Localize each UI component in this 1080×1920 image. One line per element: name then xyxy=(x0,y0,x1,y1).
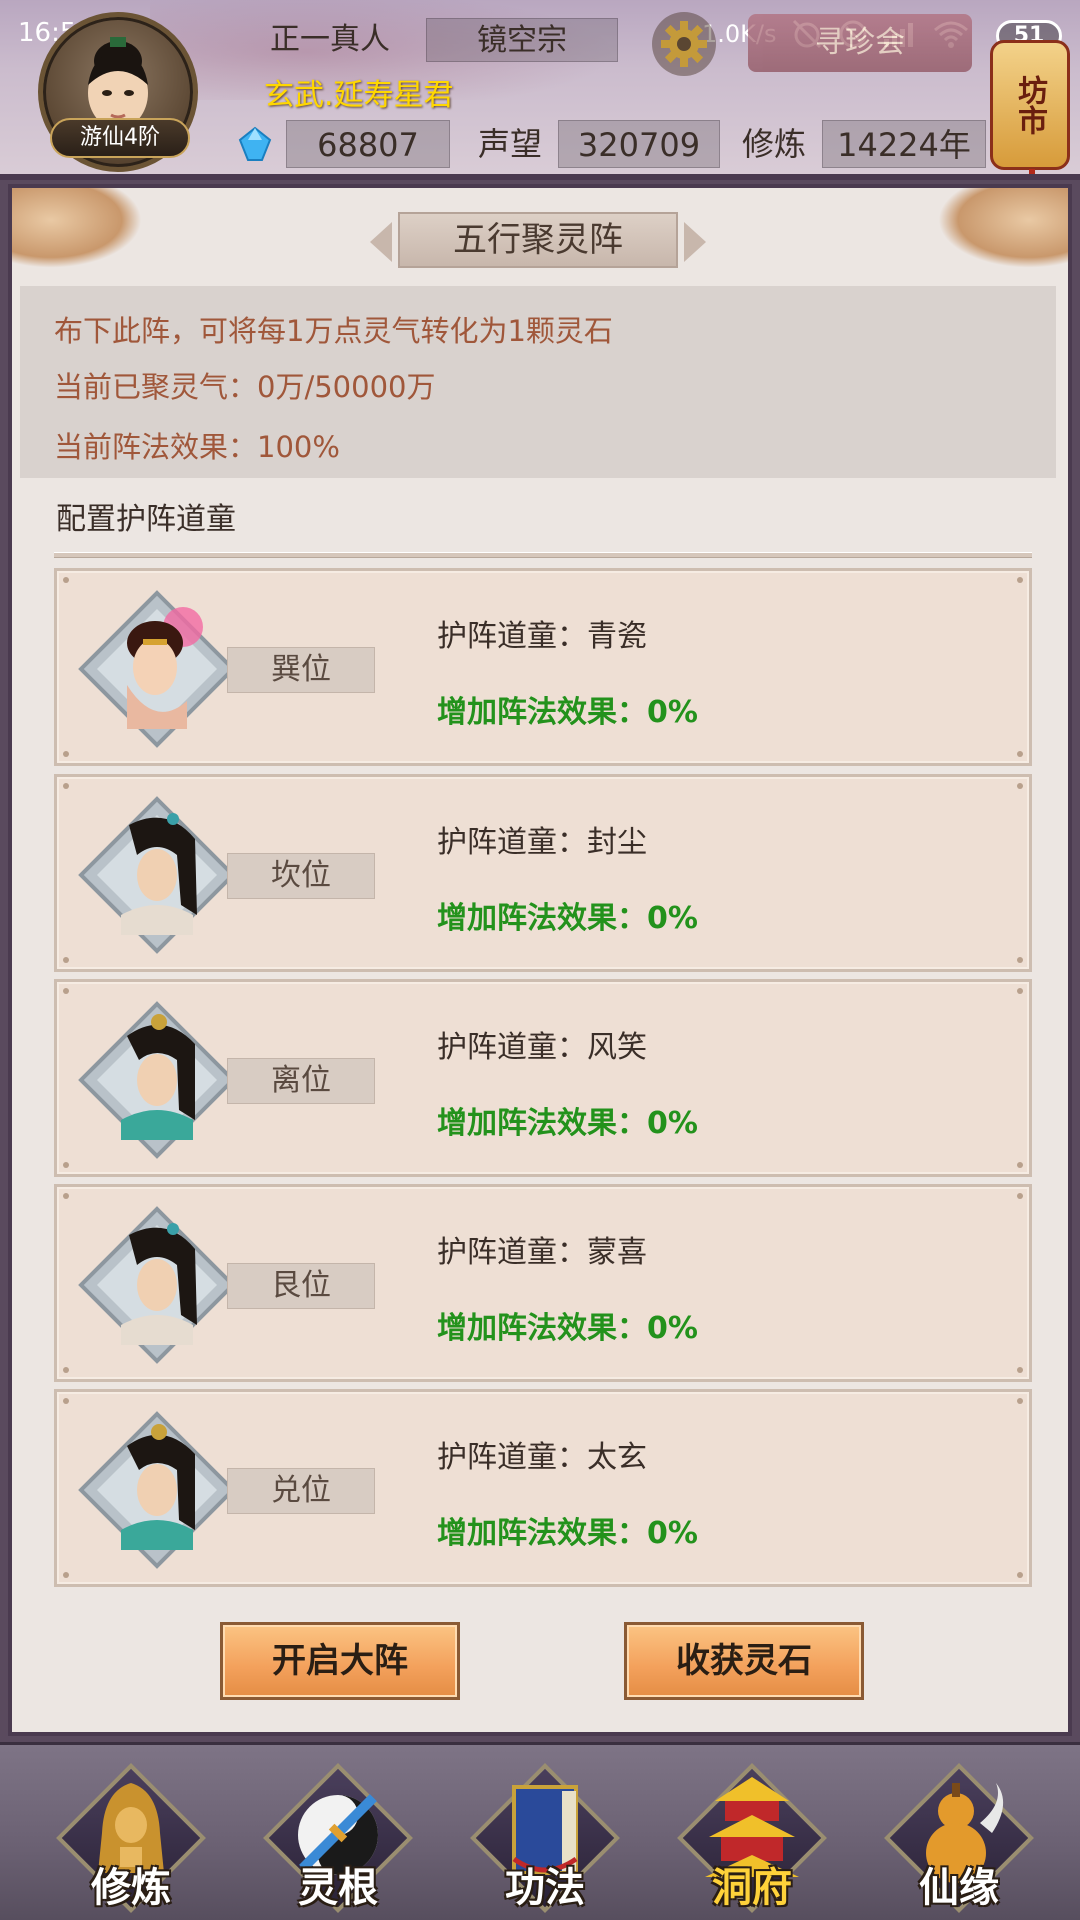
corner-dot xyxy=(63,1367,69,1373)
corner-dot xyxy=(1017,1572,1023,1578)
corner-dot xyxy=(1017,1398,1023,1404)
treasure-guild-button[interactable]: 寻珍会 xyxy=(748,14,972,72)
corner-dot xyxy=(63,1162,69,1168)
activate-formation-button[interactable]: 开启大阵 xyxy=(220,1622,460,1700)
nav-techniques[interactable]: 功法 xyxy=(470,1763,620,1913)
guard-name: 护阵道童：风笑 xyxy=(437,1030,647,1065)
guard-slot-li[interactable]: 离位 护阵道童：风笑 增加阵法效果：0% xyxy=(54,979,1032,1177)
slot-position-label: 巽位 xyxy=(227,647,375,693)
cultivation-value: 14224年 xyxy=(822,120,986,168)
corner-dot xyxy=(1017,1162,1023,1168)
guard-bonus: 增加阵法效果：0% xyxy=(437,1516,698,1551)
nav-label: 仙缘 xyxy=(919,1865,999,1911)
cloud-ornament-left xyxy=(12,188,142,268)
formation-panel: 五行聚灵阵 布下此阵，可将每1万点灵气转化为1颗灵石 当前已聚灵气：0万/500… xyxy=(8,184,1072,1736)
guard-name: 护阵道童：封尘 xyxy=(437,825,647,860)
slot-position-label: 艮位 xyxy=(227,1263,375,1309)
settings-button[interactable] xyxy=(652,12,716,76)
nav-label: 灵根 xyxy=(298,1865,378,1911)
guard-slot-xun[interactable]: 巽位 护阵道童：青瓷 增加阵法效果：0% xyxy=(54,568,1032,766)
guard-bonus: 增加阵法效果：0% xyxy=(437,1311,698,1346)
prestige-value: 320709 xyxy=(558,120,720,168)
guard-name: 护阵道童：蒙喜 xyxy=(437,1235,647,1270)
nav-cave-abode[interactable]: 洞府 xyxy=(677,1763,827,1913)
corner-dot xyxy=(63,988,69,994)
guard-slot-kan[interactable]: 坎位 护阵道童：封尘 增加阵法效果：0% xyxy=(54,774,1032,972)
guard-portrait-male-icon[interactable] xyxy=(77,1000,237,1160)
nav-spirit-root[interactable]: 灵根 xyxy=(263,1763,413,1913)
corner-dot xyxy=(1017,577,1023,583)
nav-cultivation[interactable]: 修炼 xyxy=(56,1763,206,1913)
slot-position-label: 兑位 xyxy=(227,1468,375,1514)
harvest-spirit-stones-button[interactable]: 收获灵石 xyxy=(624,1622,864,1700)
spirit-stone-count: 68807 xyxy=(286,120,450,168)
guard-portrait-male-icon[interactable] xyxy=(77,795,237,955)
guard-portrait-female-icon[interactable] xyxy=(77,589,237,749)
corner-dot xyxy=(63,957,69,963)
corner-dot xyxy=(1017,957,1023,963)
corner-dot xyxy=(63,577,69,583)
nav-label: 洞府 xyxy=(712,1865,792,1911)
gear-icon xyxy=(661,21,707,67)
player-title: 玄武.延寿星君 xyxy=(264,78,454,113)
corner-dot xyxy=(63,783,69,789)
prestige-label: 声望 xyxy=(478,125,543,163)
info-description: 布下此阵，可将每1万点灵气转化为1颗灵石 xyxy=(54,314,613,348)
info-gathered-qi: 当前已聚灵气：0万/50000万 xyxy=(54,370,436,404)
guard-bonus: 增加阵法效果：0% xyxy=(437,901,698,936)
guard-name: 护阵道童：太玄 xyxy=(437,1440,647,1475)
cloud-ornament-right xyxy=(938,188,1068,268)
nav-immortal-fate[interactable]: 仙缘 xyxy=(884,1763,1034,1913)
divider xyxy=(54,552,1032,558)
panel-title: 五行聚灵阵 xyxy=(370,212,706,268)
guard-slot-gen[interactable]: 艮位 护阵道童：蒙喜 增加阵法效果：0% xyxy=(54,1184,1032,1382)
guard-name: 护阵道童：青瓷 xyxy=(437,619,647,654)
guard-slot-dui[interactable]: 兑位 护阵道童：太玄 增加阵法效果：0% xyxy=(54,1389,1032,1587)
corner-dot xyxy=(1017,988,1023,994)
nav-label: 功法 xyxy=(505,1865,585,1911)
player-name: 正一真人 xyxy=(270,22,390,57)
slot-position-label: 坎位 xyxy=(227,853,375,899)
corner-dot xyxy=(1017,1193,1023,1199)
guard-portrait-male-icon[interactable] xyxy=(77,1205,237,1365)
guard-bonus: 增加阵法效果：0% xyxy=(437,1106,698,1141)
corner-dot xyxy=(1017,1367,1023,1373)
corner-dot xyxy=(63,751,69,757)
info-formation-effect: 当前阵法效果：100% xyxy=(54,430,340,464)
corner-dot xyxy=(63,1193,69,1199)
guard-portrait-male-icon[interactable] xyxy=(77,1410,237,1570)
top-header: 16:59 1.0K/s 51 游仙4阶 正一真人 镜空宗 玄武.延寿星君 寻珍… xyxy=(0,0,1080,180)
corner-dot xyxy=(63,1398,69,1404)
spirit-stone-icon xyxy=(238,126,272,161)
corner-dot xyxy=(63,1572,69,1578)
bottom-navigation: 修炼 灵根 功法 洞府 仙缘 xyxy=(0,1742,1080,1920)
formation-info-box: 布下此阵，可将每1万点灵气转化为1颗灵石 当前已聚灵气：0万/50000万 当前… xyxy=(20,286,1056,478)
player-sect[interactable]: 镜空宗 xyxy=(426,18,618,62)
market-button[interactable]: 坊市 xyxy=(990,40,1070,174)
section-label-guards: 配置护阵道童 xyxy=(56,502,236,537)
slot-position-label: 离位 xyxy=(227,1058,375,1104)
corner-dot xyxy=(1017,783,1023,789)
rank-badge: 游仙4阶 xyxy=(50,118,190,158)
nav-label: 修炼 xyxy=(91,1865,171,1911)
corner-dot xyxy=(1017,751,1023,757)
cultivation-label: 修炼 xyxy=(742,125,807,163)
guard-bonus: 增加阵法效果：0% xyxy=(437,695,698,730)
